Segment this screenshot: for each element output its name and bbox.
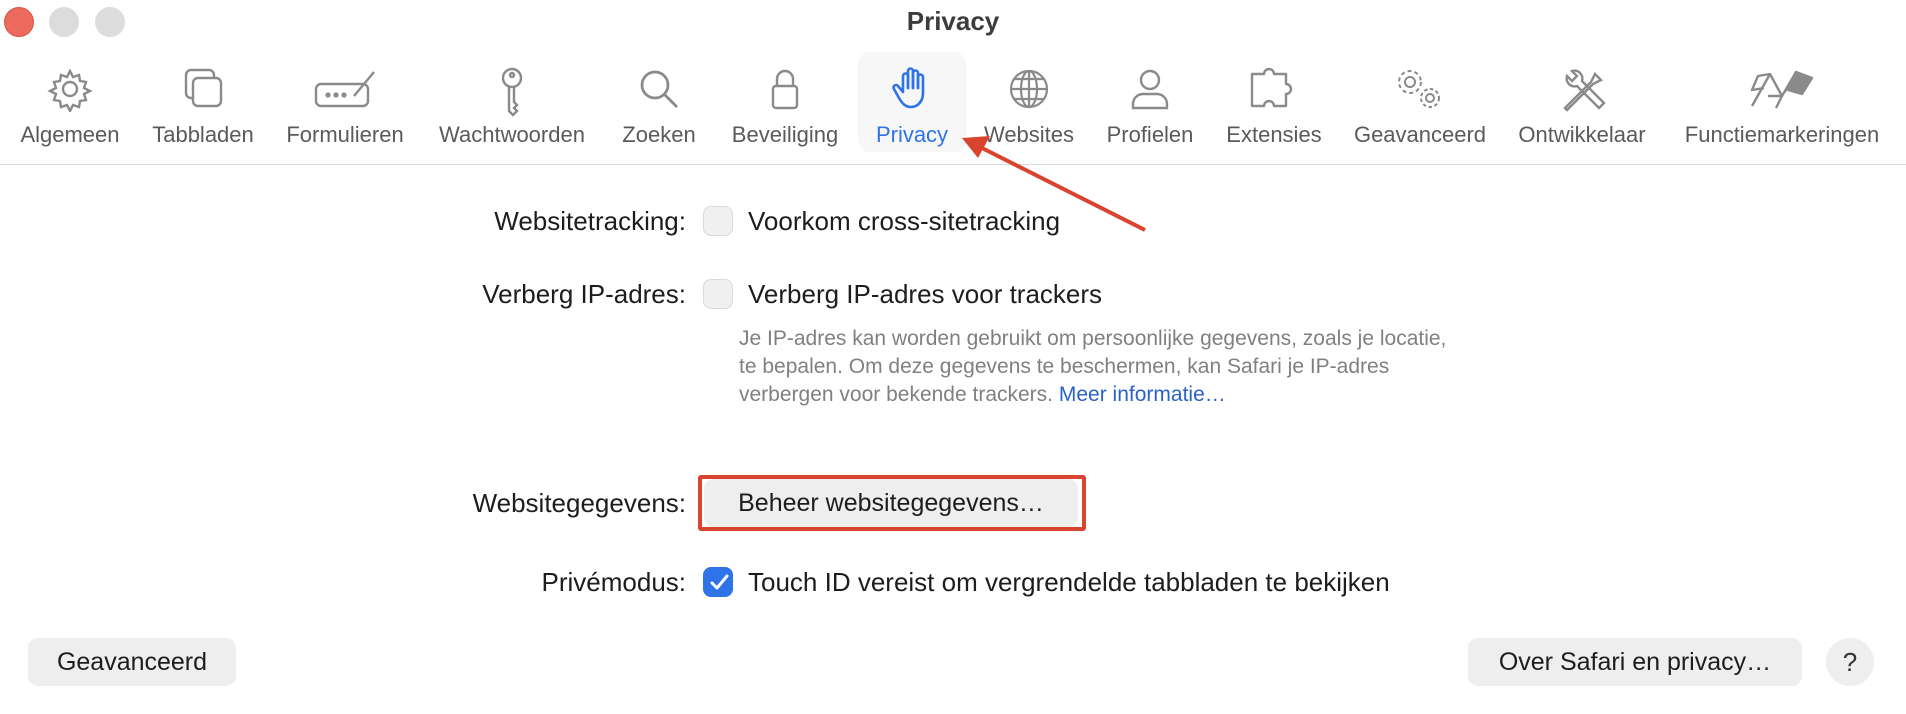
private-mode-label: Privémodus:: [541, 567, 687, 597]
hide-ip-text: Verberg IP-adres voor trackers: [748, 279, 1103, 309]
globe-icon: [1009, 69, 1049, 109]
tab-wachtwoorden[interactable]: Wachtwoorden: [428, 52, 596, 152]
tools-icon: [1563, 69, 1606, 112]
tab-tabbladen[interactable]: Tabbladen: [142, 52, 264, 152]
flags-icon: [1750, 70, 1814, 109]
prevent-cross-site-tracking-text: Voorkom cross-sitetracking: [748, 206, 1061, 236]
tab-formulieren[interactable]: Formulieren: [276, 52, 414, 152]
touch-id-lock-checkbox[interactable]: [703, 567, 733, 597]
autofill-form-icon: [314, 71, 375, 108]
tab-beveiliging[interactable]: Beveiliging: [720, 52, 850, 152]
hide-ip-label: Verberg IP-adres:: [482, 279, 686, 309]
hide-ip-checkbox[interactable]: [703, 279, 733, 309]
tab-label: Functiemarkeringen: [1684, 122, 1880, 147]
website-tracking-label: Websitetracking:: [494, 206, 686, 236]
person-icon: [1131, 69, 1169, 110]
tab-zoeken[interactable]: Zoeken: [612, 52, 706, 152]
window-title: Privacy: [906, 6, 1000, 36]
annotation-highlight-box: [698, 475, 1086, 531]
tab-label: Zoeken: [622, 122, 696, 147]
tab-algemeen[interactable]: Algemeen: [8, 52, 132, 152]
advanced-button[interactable]: Geavanceerd: [28, 638, 236, 686]
tab-extensies[interactable]: Extensies: [1214, 52, 1334, 152]
tab-label: Wachtwoorden: [439, 122, 585, 147]
tab-label: Geavanceerd: [1353, 122, 1487, 147]
prevent-cross-site-tracking-checkbox[interactable]: [703, 206, 733, 236]
checkmark-icon: [710, 574, 729, 590]
tab-functiemarkeringen[interactable]: Functiemarkeringen: [1670, 52, 1894, 152]
hide-ip-description: Je IP-adres kan worden gebruikt om perso…: [739, 325, 1459, 409]
website-data-label: Websitegegevens:: [472, 488, 686, 518]
tab-label: Extensies: [1226, 122, 1322, 147]
tab-label: Algemeen: [20, 122, 120, 147]
magnifier-icon: [640, 70, 678, 108]
tab-label: Ontwikkelaar: [1518, 122, 1646, 147]
more-info-link[interactable]: Meer informatie…: [1059, 383, 1226, 406]
tab-label: Beveiliging: [731, 122, 839, 147]
puzzle-icon: [1250, 67, 1293, 108]
about-safari-privacy-button[interactable]: Over Safari en privacy…: [1468, 638, 1802, 686]
tab-geavanceerd[interactable]: Geavanceerd: [1346, 52, 1494, 152]
lock-icon: [771, 69, 799, 110]
tab-label: Tabbladen: [152, 122, 254, 147]
gears-icon: [1398, 70, 1440, 108]
gear-icon: [47, 68, 93, 112]
tab-ontwikkelaar[interactable]: Ontwikkelaar: [1506, 52, 1658, 152]
help-button[interactable]: ?: [1826, 638, 1874, 686]
key-icon: [501, 67, 523, 117]
tabs-icon: [184, 68, 223, 108]
hand-icon: [892, 67, 925, 109]
touch-id-lock-text: Touch ID vereist om vergrendelde tabblad…: [748, 567, 1390, 597]
tab-label: Formulieren: [286, 122, 404, 147]
